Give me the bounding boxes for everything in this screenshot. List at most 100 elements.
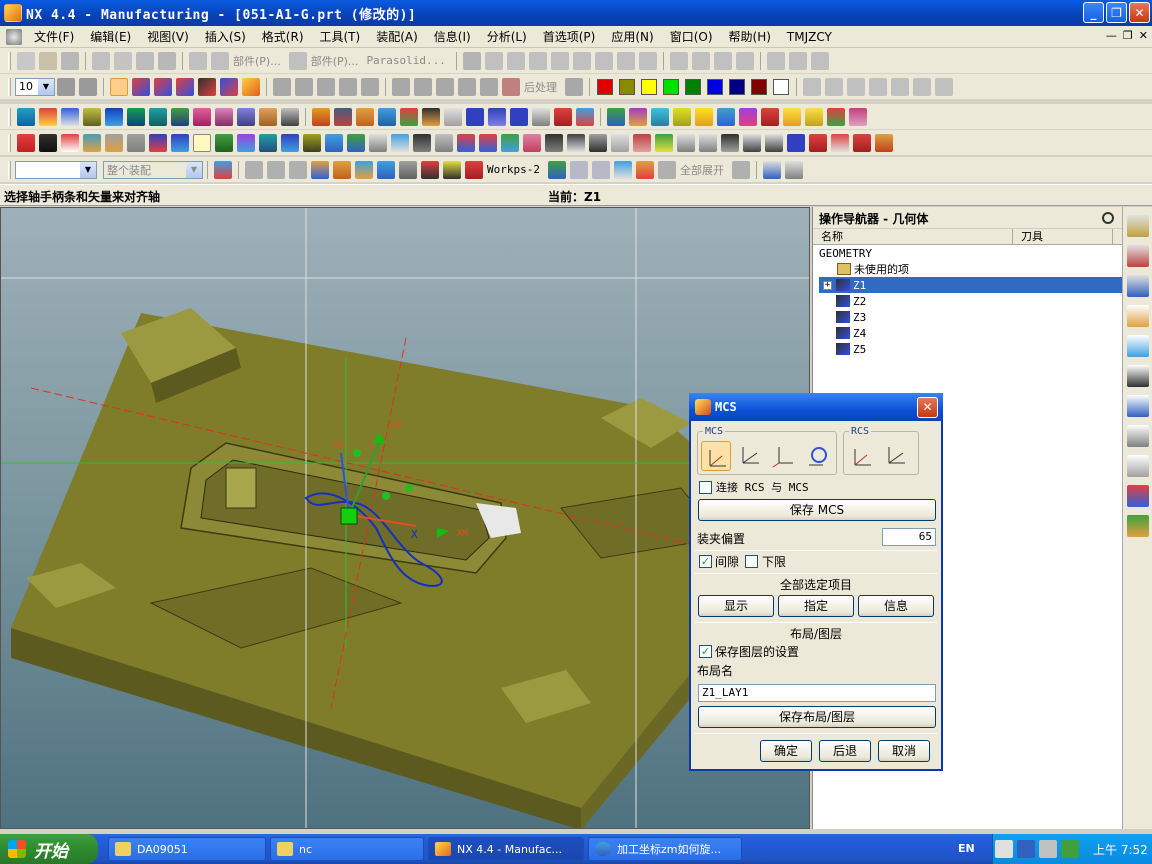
sketch-icon[interactable] (462, 51, 481, 70)
arc-icon[interactable] (550, 51, 569, 70)
menu-preferences[interactable]: 首选项(P) (535, 28, 604, 45)
csys-dialog-button[interactable] (701, 441, 731, 471)
link-rcs-checkbox[interactable] (699, 481, 712, 494)
language-indicator[interactable]: EN (958, 842, 975, 855)
assembly-tool-14-icon[interactable] (635, 160, 654, 179)
specify-button[interactable]: 指定 (778, 595, 854, 617)
wcs-orient-icon[interactable] (198, 77, 216, 96)
mcs-rotate-handle-3[interactable] (405, 484, 413, 492)
custom-tool-43-icon[interactable] (127, 133, 145, 152)
assembly-navigator-icon[interactable] (1127, 215, 1149, 237)
toolbar-grip[interactable] (8, 160, 11, 179)
filter-select[interactable]: ▼ (15, 160, 97, 179)
toolbar-grip[interactable] (8, 133, 11, 152)
curve-tool-2-icon[interactable] (691, 51, 710, 70)
custom-tool-18-icon[interactable] (400, 107, 418, 126)
start-button[interactable]: 开始 (0, 834, 98, 864)
custom-tool-16-icon[interactable] (356, 107, 374, 126)
layout-name-input[interactable]: Z1_LAY1 (698, 684, 936, 702)
csys-x-icon[interactable] (176, 77, 194, 96)
line-draw-2-icon[interactable] (825, 77, 843, 96)
custom-tool-31-icon[interactable] (695, 107, 713, 126)
custom-tool-62-icon[interactable] (545, 133, 563, 152)
custom-tool-65-icon[interactable] (611, 133, 629, 152)
cam-op-4-icon[interactable] (339, 77, 357, 96)
system-materials-icon[interactable] (1127, 455, 1149, 477)
line-2-icon[interactable] (528, 51, 547, 70)
save-layer-settings-checkbox[interactable]: ✓ (699, 645, 712, 658)
custom-tool-25-icon[interactable] (554, 107, 572, 126)
custom-tool-5-icon[interactable] (105, 107, 123, 126)
document-system-icon[interactable] (6, 28, 22, 45)
custom-tool-52-icon[interactable] (325, 133, 343, 152)
shop-doc-icon[interactable] (565, 77, 583, 96)
tree-item-z2[interactable]: Z2 (819, 293, 1122, 309)
dialog-title-bar[interactable]: MCS ✕ (689, 393, 943, 421)
postprocess-icon[interactable] (502, 77, 520, 96)
minimize-button[interactable]: _ (1083, 2, 1104, 23)
color-navy-swatch[interactable] (729, 78, 745, 95)
cut-icon[interactable] (92, 51, 110, 70)
spline-icon[interactable] (638, 51, 657, 70)
assembly-tool-15-icon[interactable] (731, 160, 750, 179)
menu-insert[interactable]: 插入(S) (197, 28, 254, 45)
web-browser-icon[interactable] (1127, 335, 1149, 357)
circle-icon[interactable] (572, 51, 591, 70)
assembly-tool-2-icon[interactable] (245, 160, 263, 179)
custom-tool-70-icon[interactable] (721, 133, 739, 152)
assembly-tool-7-icon[interactable] (355, 160, 373, 179)
doc-minimize-icon[interactable]: — (1106, 29, 1117, 42)
roles-icon[interactable] (1127, 515, 1149, 537)
custom-tool-41-icon[interactable] (83, 133, 101, 152)
assembly-tool-4-icon[interactable] (289, 160, 307, 179)
curve-tool-4-icon[interactable] (735, 51, 754, 70)
color-darkgreen-swatch[interactable] (685, 78, 701, 95)
custom-tool-29-icon[interactable] (651, 107, 669, 126)
ok-button[interactable]: 确定 (760, 740, 812, 762)
export-part-icon[interactable] (288, 51, 307, 70)
color-olive-swatch[interactable] (619, 78, 635, 95)
custom-tool-23-icon[interactable] (510, 107, 528, 126)
import-part-label[interactable]: 部件(P)... (233, 53, 281, 69)
show-button[interactable]: 显示 (698, 595, 774, 617)
custom-tool-11-icon[interactable] (237, 107, 255, 126)
custom-tool-26-icon[interactable] (576, 107, 594, 126)
cam-op-2-icon[interactable] (295, 77, 313, 96)
curve-tool-icon[interactable] (669, 51, 688, 70)
import-part-icon[interactable] (211, 51, 229, 70)
reuse-library-icon[interactable] (1127, 305, 1149, 327)
workps-label[interactable]: Workps-2 (487, 163, 540, 176)
paste-icon[interactable] (136, 51, 154, 70)
custom-tool-53-icon[interactable] (347, 133, 365, 152)
csys-origin-button[interactable] (769, 441, 799, 471)
custom-tool-32-icon[interactable] (717, 107, 735, 126)
doc-close-icon[interactable]: ✕ (1139, 29, 1148, 42)
custom-tool-30-icon[interactable] (673, 107, 691, 126)
maximize-button[interactable]: ❐ (1106, 2, 1127, 23)
task-nc[interactable]: nc (270, 837, 424, 861)
custom-tool-37-icon[interactable] (827, 107, 845, 126)
new-file-icon[interactable] (17, 51, 35, 70)
assembly-tool-1-icon[interactable] (214, 160, 232, 179)
custom-tool-27-icon[interactable] (607, 107, 625, 126)
tree-item-z3[interactable]: Z3 (819, 309, 1122, 325)
custom-tool-66-icon[interactable] (633, 133, 651, 152)
custom-tool-3-icon[interactable] (61, 107, 79, 126)
custom-tool-22-icon[interactable] (488, 107, 506, 126)
custom-tool-36-icon[interactable] (805, 107, 823, 126)
tree-item-z1[interactable]: + Z1 (819, 277, 1122, 293)
tray-app-icon[interactable] (1017, 840, 1035, 858)
custom-tool-40-icon[interactable] (61, 133, 79, 152)
toolbar-grip[interactable] (8, 77, 11, 96)
menu-tools[interactable]: 工具(T) (312, 28, 369, 45)
custom-tool-9-icon[interactable] (193, 107, 211, 126)
assembly-tool-11-icon[interactable] (443, 160, 461, 179)
clock-icon[interactable] (875, 133, 893, 152)
layer-up-icon[interactable] (57, 77, 75, 96)
replay-icon[interactable] (480, 77, 498, 96)
menu-view[interactable]: 视图(V) (139, 28, 197, 45)
color-green-swatch[interactable] (663, 78, 679, 95)
custom-tool-68-icon[interactable] (677, 133, 695, 152)
color-yellow-swatch[interactable] (641, 78, 657, 95)
menu-application[interactable]: 应用(N) (603, 28, 661, 45)
